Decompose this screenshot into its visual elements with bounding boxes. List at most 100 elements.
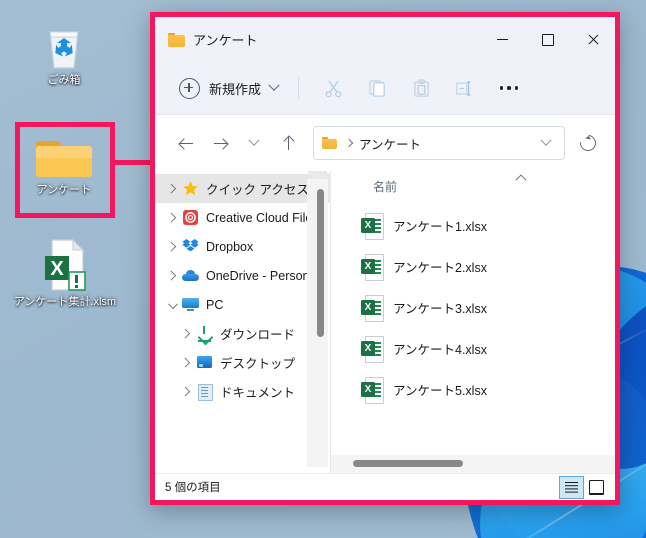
file-name: アンケート3.xlsx — [393, 298, 487, 317]
recycle-bin-icon — [16, 18, 112, 70]
list-item[interactable]: X アンケート5.xlsx — [331, 369, 615, 410]
new-button-label: 新規作成 — [209, 79, 261, 98]
sidebar-item-documents[interactable]: ドキュメント — [155, 377, 330, 406]
folder-icon — [168, 33, 185, 47]
sidebar-item-label: OneDrive - Personal — [206, 269, 319, 283]
arrow-right-icon — [214, 137, 227, 150]
command-bar-separator — [298, 77, 299, 99]
clipboard-icon — [412, 79, 431, 98]
list-item[interactable]: X アンケート3.xlsx — [331, 287, 615, 328]
rename-button[interactable] — [443, 70, 487, 106]
desktop-icon — [196, 354, 213, 371]
chevron-down-icon — [248, 135, 259, 146]
sidebar-item-quick-access[interactable]: クイック アクセス — [155, 174, 330, 203]
up-button[interactable] — [271, 126, 305, 160]
maximize-icon — [542, 34, 554, 46]
minimize-button[interactable] — [480, 17, 525, 62]
rename-icon — [455, 79, 475, 98]
list-view-icon — [565, 482, 578, 493]
file-explorer-window: アンケート 新規作成 — [150, 12, 620, 505]
onedrive-icon — [182, 267, 199, 284]
chevron-down-icon — [268, 80, 279, 91]
copy-button[interactable] — [355, 70, 399, 106]
sidebar-scrollbar-thumb[interactable] — [317, 189, 324, 337]
sidebar-item-label: クイック アクセス — [206, 179, 309, 198]
sidebar-item-label: デスクトップ — [220, 353, 295, 372]
sidebar-item-label: PC — [206, 298, 223, 312]
refresh-icon — [577, 132, 600, 155]
large-icons-view-button[interactable] — [584, 476, 609, 499]
sidebar-item-downloads[interactable]: ダウンロード — [155, 319, 330, 348]
list-item[interactable]: X アンケート2.xlsx — [331, 246, 615, 287]
column-header-name[interactable]: 名前 — [373, 178, 397, 195]
new-button[interactable]: 新規作成 — [171, 73, 286, 104]
chevron-down-icon[interactable] — [163, 297, 179, 313]
chevron-right-icon[interactable] — [163, 181, 179, 197]
navigation-bar: アンケート — [155, 115, 615, 171]
file-list-pane: 名前 X アンケート1.xlsx X アンケート2.xlsx X アンケート3.… — [331, 171, 615, 473]
paste-button[interactable] — [399, 70, 443, 106]
chevron-right-icon[interactable] — [163, 239, 179, 255]
window-title: アンケート — [193, 30, 480, 49]
status-bar: 5 個の項目 — [155, 473, 615, 500]
plus-circle-icon — [179, 78, 200, 99]
folder-icon — [322, 137, 337, 150]
chevron-right-icon[interactable] — [177, 326, 193, 342]
arrow-left-icon — [180, 137, 193, 150]
horizontal-scrollbar[interactable] — [331, 455, 615, 473]
sidebar-item-creative-cloud-files[interactable]: Creative Cloud Files — [155, 203, 330, 232]
refresh-button[interactable] — [573, 128, 603, 158]
address-bar[interactable]: アンケート — [313, 126, 565, 160]
item-count-text: 5 個の項目 — [165, 479, 559, 495]
maximize-button[interactable] — [525, 17, 570, 62]
close-icon — [587, 34, 599, 46]
see-more-button[interactable] — [487, 70, 531, 106]
desktop-icon-excel-macro[interactable]: X アンケート集計.xlsm — [0, 240, 130, 309]
sidebar-item-label: ドキュメント — [220, 382, 295, 401]
annotation-connector-line — [110, 160, 155, 165]
copy-icon — [368, 79, 387, 98]
sidebar-item-label: Dropbox — [206, 240, 253, 254]
chevron-right-icon[interactable] — [177, 384, 193, 400]
ellipsis-icon — [500, 86, 519, 90]
excel-badge: X — [361, 341, 375, 356]
address-dropdown-icon[interactable] — [540, 135, 551, 146]
excel-badge: X — [361, 259, 375, 274]
forward-button[interactable] — [203, 126, 237, 160]
sidebar-item-onedrive-personal[interactable]: OneDrive - Personal — [155, 261, 330, 290]
chevron-right-icon[interactable] — [163, 210, 179, 226]
minimize-icon — [497, 39, 508, 40]
chevron-right-icon[interactable] — [177, 355, 193, 371]
column-header-row: 名前 — [331, 171, 615, 201]
recent-locations-button[interactable] — [237, 126, 271, 160]
desktop-icon-label: ごみ箱 — [16, 73, 112, 87]
breadcrumb[interactable]: アンケート — [359, 134, 542, 153]
back-button[interactable] — [169, 126, 203, 160]
sidebar-item-this-pc[interactable]: PC — [155, 290, 330, 319]
desktop-icon-label: アンケート集計.xlsm — [0, 295, 130, 309]
desktop-icon-recycle-bin[interactable]: ごみ箱 — [16, 18, 112, 87]
navigation-pane: クイック アクセス Creative Cloud Files — [155, 171, 330, 473]
excel-file-icon: X — [361, 213, 382, 238]
horizontal-scrollbar-thumb[interactable] — [353, 460, 463, 467]
sidebar-item-dropbox[interactable]: Dropbox — [155, 232, 330, 261]
sidebar-item-label: Creative Cloud Files — [206, 211, 319, 225]
file-name: アンケート2.xlsx — [393, 257, 487, 276]
list-item[interactable]: X アンケート1.xlsx — [331, 205, 615, 246]
excel-macro-icon: X — [0, 240, 130, 292]
file-name: アンケート4.xlsx — [393, 339, 487, 358]
excel-file-icon: X — [361, 254, 382, 279]
cut-button[interactable] — [311, 70, 355, 106]
list-item[interactable]: X アンケート4.xlsx — [331, 328, 615, 369]
annotation-highlight-folder — [15, 122, 115, 218]
excel-badge: X — [361, 300, 375, 315]
sidebar-item-desktop[interactable]: デスクトップ — [155, 348, 330, 377]
chevron-right-icon[interactable] — [163, 268, 179, 284]
window-body: クイック アクセス Creative Cloud Files — [155, 171, 615, 473]
close-button[interactable] — [570, 17, 615, 62]
excel-badge: X — [361, 382, 375, 397]
details-view-button[interactable] — [559, 476, 584, 499]
excel-badge: X — [361, 218, 375, 233]
star-icon — [182, 180, 199, 197]
documents-icon — [196, 383, 213, 400]
